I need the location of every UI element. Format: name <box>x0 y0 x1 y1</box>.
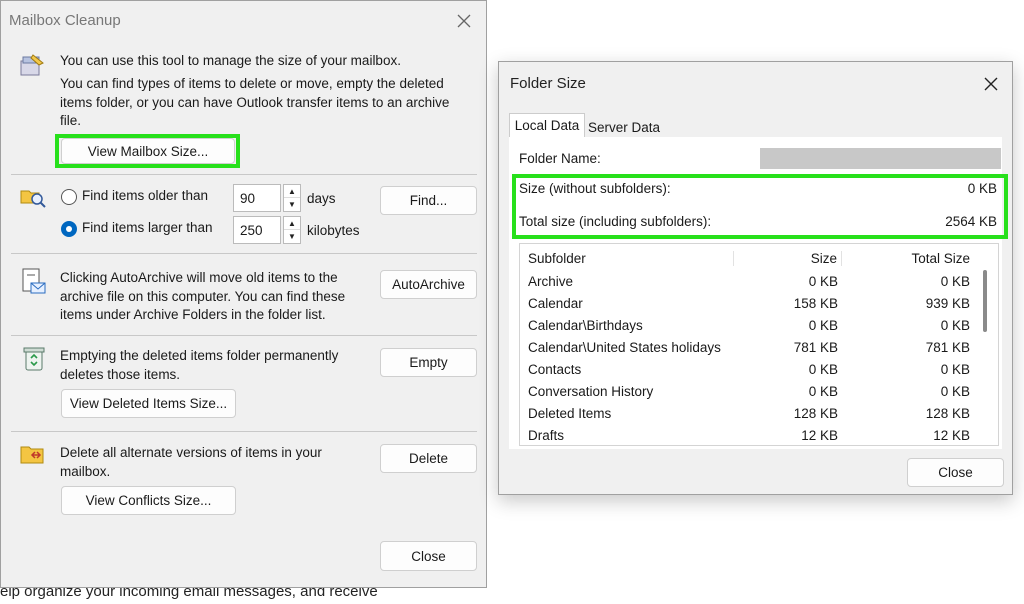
column-header-size[interactable]: Size <box>734 250 842 266</box>
subfolder-size-cell: 0 KB <box>808 361 838 377</box>
subfolder-size-cell: 12 KB <box>801 427 838 443</box>
intro-text-line2: You can find types of items to delete or… <box>60 76 450 128</box>
table-row[interactable]: Contacts 0 KB 0 KB <box>524 358 994 380</box>
larger-than-stepper[interactable]: ▲ ▼ <box>283 216 301 244</box>
autoarchive-text: Clicking AutoArchive will move old items… <box>60 270 346 322</box>
older-than-input[interactable] <box>233 184 281 212</box>
older-unit-label: days <box>307 191 336 206</box>
find-larger-label: Find items larger than <box>82 220 213 235</box>
subfolder-name-cell: Deleted Items <box>528 405 612 421</box>
size-label: Size (without subfolders): <box>519 181 671 196</box>
subfolder-list[interactable]: Subfolder Size Total Size Archive 0 KB 0 K… <box>519 243 999 446</box>
dialog-title: Mailbox Cleanup <box>9 12 121 29</box>
subfolder-name-cell: Contacts <box>528 361 582 377</box>
recycle-bin-icon <box>23 346 45 375</box>
delete-text: Delete all alternate versions of items i… <box>60 445 322 479</box>
table-row[interactable]: Calendar\United States holidays 781 KB 781… <box>524 336 994 358</box>
subfolder-name-cell: Calendar <box>528 295 583 311</box>
size-value: 0 KB <box>967 181 997 196</box>
empty-text: Emptying the deleted items folder perman… <box>60 348 339 382</box>
table-row[interactable]: Archive 0 KB 0 KB <box>524 270 994 292</box>
older-than-stepper[interactable]: ▲ ▼ <box>283 184 301 212</box>
folder-name-label: Folder Name: <box>519 151 601 166</box>
column-header-subfolder[interactable]: Subfolder <box>524 250 734 266</box>
subfolder-total-size-cell: 128 KB <box>925 405 970 421</box>
stepper-up-icon[interactable]: ▲ <box>284 185 300 198</box>
larger-than-input[interactable] <box>233 216 281 244</box>
subfolder-total-size-cell: 0 KB <box>940 317 970 333</box>
table-row[interactable]: Drafts 12 KB 12 KB <box>524 424 994 445</box>
tab-local-data[interactable]: Local Data <box>509 113 585 137</box>
table-row[interactable]: Deleted Items 128 KB 128 KB <box>524 402 994 424</box>
mailbox-tool-icon <box>19 53 47 82</box>
intro-text-line1: You can use this tool to manage the size… <box>60 53 401 68</box>
tab-server-data[interactable]: Server Data <box>585 115 663 139</box>
subfolder-name-cell: Calendar\United States holidays <box>528 339 721 355</box>
section-divider <box>11 253 477 254</box>
close-icon[interactable] <box>450 7 478 35</box>
subfolder-size-cell: 0 KB <box>808 317 838 333</box>
section-divider <box>11 174 477 175</box>
dialog-title: Folder Size <box>510 75 586 92</box>
empty-button[interactable]: Empty <box>380 348 477 377</box>
subfolder-size-cell: 0 KB <box>808 383 838 399</box>
total-size-value: 2564 KB <box>945 214 997 229</box>
subfolder-total-size-cell: 0 KB <box>940 383 970 399</box>
subfolder-total-size-cell: 0 KB <box>940 361 970 377</box>
folder-size-dialog: Folder Size Local Data Server Data Folde… <box>498 61 1013 495</box>
folder-name-field <box>760 148 1001 169</box>
subfolder-size-cell: 128 KB <box>793 405 838 421</box>
table-row[interactable]: Calendar\Birthdays 0 KB 0 KB <box>524 314 994 336</box>
autoarchive-icon <box>21 267 47 300</box>
subfolder-total-size-cell: 781 KB <box>925 339 970 355</box>
stepper-down-icon[interactable]: ▼ <box>284 198 300 211</box>
subfolder-list-header: Subfolder Size Total Size <box>524 247 994 269</box>
subfolder-size-cell: 0 KB <box>808 273 838 289</box>
close-icon[interactable] <box>977 70 1005 98</box>
autoarchive-button[interactable]: AutoArchive <box>380 270 477 299</box>
larger-unit-label: kilobytes <box>307 223 360 238</box>
total-size-label: Total size (including subfolders): <box>519 214 712 229</box>
view-conflicts-size-button[interactable]: View Conflicts Size... <box>61 486 236 515</box>
find-larger-radio[interactable] <box>61 221 77 237</box>
table-row[interactable]: Conversation History 0 KB 0 KB <box>524 380 994 402</box>
subfolder-total-size-cell: 12 KB <box>933 427 970 443</box>
find-button[interactable]: Find... <box>380 186 477 215</box>
table-row[interactable]: Calendar 158 KB 939 KB <box>524 292 994 314</box>
view-mailbox-size-button[interactable]: View Mailbox Size... <box>61 138 235 164</box>
subfolder-total-size-cell: 939 KB <box>925 295 970 311</box>
subfolder-total-size-cell: 0 KB <box>940 273 970 289</box>
section-divider <box>11 431 477 432</box>
subfolder-size-cell: 158 KB <box>793 295 838 311</box>
stepper-down-icon[interactable]: ▼ <box>284 230 300 243</box>
subfolder-name-cell: Calendar\Birthdays <box>528 317 643 333</box>
conflicts-folder-icon <box>19 443 47 470</box>
close-button[interactable]: Close <box>380 541 477 571</box>
mailbox-cleanup-dialog: Mailbox Cleanup You can use this tool to… <box>0 0 487 588</box>
view-deleted-items-size-button[interactable]: View Deleted Items Size... <box>61 389 236 418</box>
close-button[interactable]: Close <box>907 458 1004 487</box>
scrollbar-thumb[interactable] <box>983 270 987 332</box>
find-older-radio[interactable] <box>61 189 77 205</box>
subfolder-name-cell: Conversation History <box>528 383 654 399</box>
find-older-label: Find items older than <box>82 188 209 203</box>
subfolder-name-cell: Archive <box>528 273 574 289</box>
subfolder-name-cell: Drafts <box>528 427 565 443</box>
find-items-icon <box>19 185 47 212</box>
column-header-total-size[interactable]: Total Size <box>842 251 970 266</box>
subfolder-size-cell: 781 KB <box>793 339 838 355</box>
delete-button[interactable]: Delete <box>380 444 477 473</box>
stepper-up-icon[interactable]: ▲ <box>284 217 300 230</box>
section-divider <box>11 335 477 336</box>
